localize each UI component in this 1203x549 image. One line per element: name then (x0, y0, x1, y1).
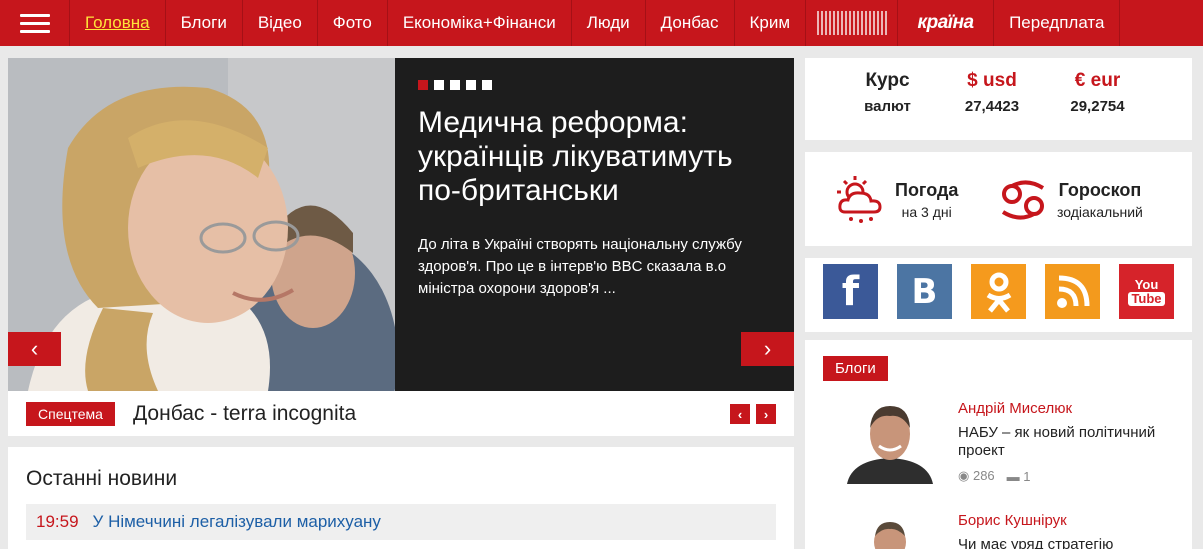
news-item[interactable]: 19:59 У Німеччині легалізували марихуану (26, 504, 776, 540)
slider-prev-button[interactable]: ‹ (8, 332, 61, 366)
weather-title: Погода (895, 180, 959, 200)
nav-item-people[interactable]: Люди (572, 0, 646, 46)
chevron-right-icon[interactable]: › (756, 404, 776, 424)
horoscope-title: Гороскоп (1058, 180, 1142, 200)
chevron-left-icon[interactable]: ‹ (730, 404, 750, 424)
slider-dots (418, 80, 768, 90)
nav-item-photo[interactable]: Фото (318, 0, 388, 46)
euro-icon: € (1074, 70, 1086, 91)
usd-rate[interactable]: $ usd 27,4423 (957, 70, 1027, 115)
featured-slider[interactable]: Медична реформа: українців лікуватимуть … (8, 58, 794, 391)
social-links: f B You Tube (805, 258, 1192, 332)
top-navigation: Головна Блоги Відео Фото Економіка+Фінан… (0, 0, 1203, 46)
nav-item-donbas[interactable]: Донбас (646, 0, 735, 46)
weather-subtitle: на 3 дні (901, 204, 952, 220)
eur-value: 29,2754 (1070, 98, 1125, 115)
views-value: 286 (972, 468, 995, 483)
slider-dot[interactable] (434, 80, 444, 90)
news-time: 19:59 (36, 512, 79, 531)
slider-dot[interactable] (450, 80, 460, 90)
slider-dot[interactable] (418, 80, 428, 90)
blogger-avatar[interactable] (837, 400, 943, 484)
news-link[interactable]: У Німеччині легалізували марихуану (93, 512, 381, 532)
blog-title[interactable]: НАБУ – як новий політичний проект (958, 424, 1178, 460)
views-count: ◉ 286 (958, 468, 995, 484)
currency-label: Курс валют (855, 70, 920, 115)
rss-icon[interactable] (1045, 264, 1100, 319)
comments-count: ▬ 1 (1007, 469, 1031, 484)
special-topic-badge[interactable]: Спецтема (26, 401, 115, 426)
nav-item-video[interactable]: Відео (243, 0, 318, 46)
special-topic-title[interactable]: Донбас - terra incognita (133, 402, 356, 426)
cancer-zodiac-icon (1001, 180, 1045, 220)
dollar-icon: $ (967, 70, 978, 91)
eur-heading: € eur (1060, 70, 1135, 94)
chevron-left-icon: ‹ (30, 336, 39, 361)
currency-widget[interactable]: Курс валют $ usd 27,4423 € eur 29,2754 (805, 58, 1192, 140)
facebook-icon[interactable]: f (823, 264, 878, 319)
nav-item-crimea[interactable]: Крим (735, 0, 807, 46)
weather-horoscope-widget: Погода на 3 дні Гороскоп зодіакальний (805, 152, 1192, 246)
blogs-badge[interactable]: Блоги (823, 356, 888, 381)
odnoklassniki-icon[interactable] (971, 264, 1026, 319)
horoscope-link[interactable]: Гороскоп зодіакальний (997, 174, 1143, 226)
slider-dot[interactable] (482, 80, 492, 90)
weather-link[interactable]: Погода на 3 дні (835, 174, 958, 226)
chevron-right-icon: › (763, 336, 772, 361)
youtube-icon[interactable]: You Tube (1119, 264, 1174, 319)
slide-title[interactable]: Медична реформа: українців лікуватимуть … (418, 106, 768, 208)
vkontakte-icon[interactable]: B (897, 264, 952, 319)
nav-item-blogs[interactable]: Блоги (166, 0, 243, 46)
blog-title[interactable]: Чи має уряд стратегію (958, 536, 1178, 549)
usd-value: 27,4423 (964, 98, 1020, 115)
blogger-name[interactable]: Андрій Миселюк (958, 400, 1072, 417)
currency-label-top: Курс (865, 70, 910, 91)
nav-item-economics[interactable]: Економіка+Фінанси (388, 0, 572, 46)
slide-description: До літа в Україні створять національну с… (418, 236, 742, 297)
blogger-name[interactable]: Борис Кушнірук (958, 512, 1067, 529)
stripes-logo-icon (816, 11, 887, 35)
comments-value: 1 (1023, 468, 1031, 484)
slider-next-button[interactable]: › (741, 332, 794, 366)
eur-name: eur (1090, 70, 1121, 91)
slider-dot[interactable] (466, 80, 476, 90)
comment-icon: ▬ (1006, 468, 1020, 484)
blogs-widget: Блоги Андрій Миселюк НАБУ – як новий пол… (805, 340, 1192, 549)
eur-rate[interactable]: € eur 29,2754 (1060, 70, 1135, 115)
menu-icon[interactable] (0, 0, 70, 46)
special-topic-bar: Спецтема Донбас - terra incognita ‹ › (8, 391, 794, 436)
blogger-avatar[interactable] (837, 512, 943, 549)
kraina-logo[interactable]: країна (898, 0, 995, 46)
weather-icon (837, 176, 882, 223)
nav-item-subscribe[interactable]: Передплата (994, 0, 1121, 46)
special-topic-nav: ‹ › (730, 404, 776, 424)
kraina-logo-text: країна (917, 12, 975, 33)
currency-label-bottom: валют (864, 98, 911, 115)
slide-content: Медична реформа: українців лікуватимуть … (418, 80, 768, 300)
usd-name: usd (983, 70, 1017, 91)
portrait-illustration (8, 58, 395, 391)
usd-heading: $ usd (957, 70, 1027, 94)
blog-meta: ◉ 286 ▬ 1 (958, 468, 1031, 484)
featured-photo[interactable] (8, 58, 395, 391)
eye-icon: ◉ (958, 468, 970, 483)
latest-news-heading: Останні новини (26, 467, 178, 490)
latest-news: Останні новини 19:59 У Німеччині легаліз… (8, 447, 794, 549)
nav-item-home[interactable]: Головна (70, 0, 166, 46)
partner-logo[interactable] (806, 0, 899, 46)
horoscope-subtitle: зодіакальний (1057, 204, 1143, 220)
